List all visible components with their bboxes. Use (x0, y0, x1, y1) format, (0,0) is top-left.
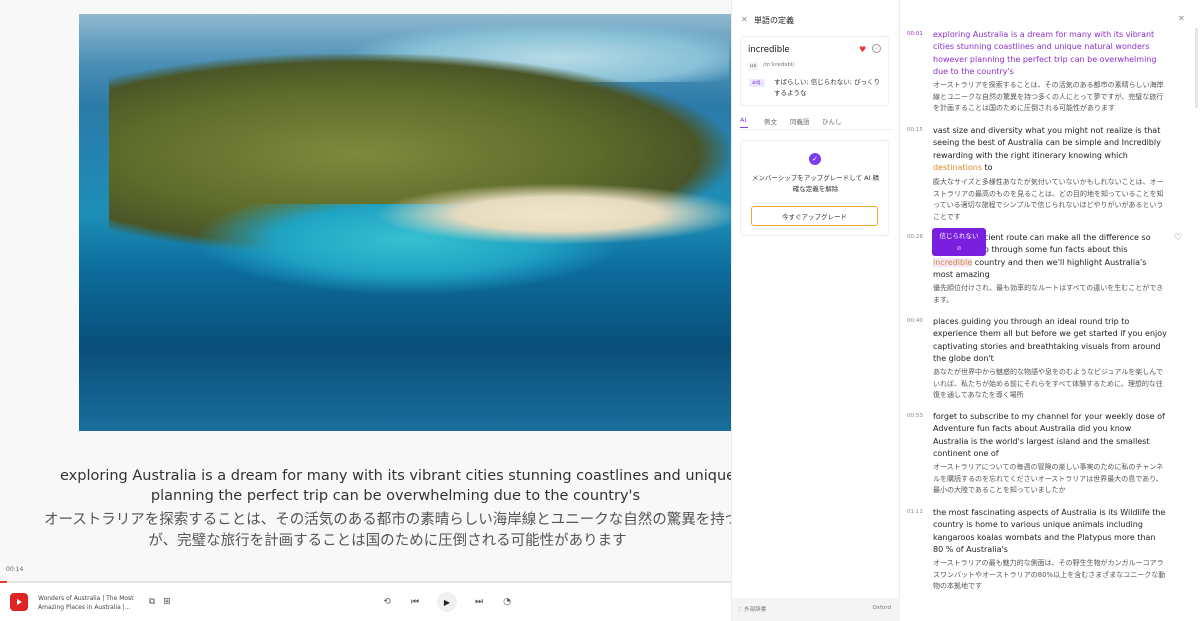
transcript-panel: ✕ 00:01 exploring Australia is a dream f… (900, 0, 1200, 621)
dictionary-footer: ⋮ 外部辞書 Oxford (732, 598, 900, 621)
dictionary-provider[interactable]: Oxford (872, 605, 891, 611)
segment-english[interactable]: forget to subscribe to my channel for yo… (933, 411, 1168, 460)
upgrade-card: ✓ メンバーシップをアップグレードして AI 精確な定義を解除 今すぐアップグレ… (740, 140, 889, 236)
loop-icon[interactable]: ⟲ (378, 593, 396, 611)
word-headword: incredible (748, 45, 790, 55)
close-icon[interactable]: ✕ (741, 15, 748, 24)
external-dictionary-label: 外部辞書 (744, 607, 767, 613)
track-title[interactable]: Wonders of Australia | The Most Amazing … (38, 594, 138, 612)
tab-examples[interactable]: 例文 (764, 116, 777, 126)
tab-part-of-speech[interactable]: ひんし (822, 116, 842, 126)
segment-japanese: オーストラリアの最も魅力的な側面は、その野生生物がカンガルーコアラスワンバットや… (933, 559, 1166, 590)
youtube-logo-icon (10, 593, 28, 611)
subtitle-japanese-line-1: オーストラリアを探索することは、その活気のある都市の素晴らしい海岸線とユニークな… (44, 512, 731, 528)
segment-timestamp[interactable]: 00:15 (907, 127, 923, 133)
skip-previous-icon[interactable]: ⏮ (406, 593, 424, 611)
segment-english[interactable]: places guiding you through an ideal roun… (933, 316, 1168, 365)
segment-timestamp[interactable]: 00:01 (907, 31, 923, 37)
segment-timestamp[interactable]: 00:28 (907, 234, 923, 240)
segment-english[interactable]: vast size and diversity what you might n… (933, 125, 1168, 174)
player-controls: Wonders of Australia | The Most Amazing … (0, 583, 731, 621)
upgrade-message: メンバーシップをアップグレードして AI 精確な定義を解除 (751, 174, 880, 193)
current-time: 00:14 (6, 566, 24, 573)
favorite-segment-icon[interactable]: ♡ (1174, 233, 1182, 243)
segment-timestamp[interactable]: 01:11 (907, 509, 923, 515)
video-player-area: exploring Australia is a dream for many … (0, 0, 731, 621)
close-transcript-icon[interactable]: ✕ (1178, 14, 1185, 23)
segment-timestamp[interactable]: 00:40 (907, 318, 923, 324)
subtitle-japanese: オーストラリアを探索することは、その活気のある都市の素晴らしい海岸線とユニークな… (44, 510, 731, 552)
tab-ai[interactable]: AI (740, 116, 749, 128)
part-of-speech-badge: adj. (749, 79, 766, 87)
dictionary-title: 単語の定義 (754, 16, 794, 25)
check-circle-icon[interactable]: ⊘ (932, 244, 986, 253)
selected-word[interactable]: incredible (933, 257, 973, 267)
segment-japanese: オーストラリアについての毎週の冒険の楽しい事実のために私のチャンネルを購読するの… (933, 463, 1164, 494)
heart-icon[interactable]: ♥ (859, 45, 866, 54)
word-translation-popup[interactable]: 信じられない ⊘ (932, 228, 986, 256)
definition-tabs: AI 例文 同義語 ひんし (740, 114, 892, 130)
subtitle-english[interactable]: exploring Australia is a dream for many … (60, 466, 731, 506)
play-icon[interactable]: ▶ (437, 592, 457, 612)
speed-icon[interactable]: ◔ (498, 593, 516, 611)
subtitle-english-line-2[interactable]: planning the perfect trip can be overwhe… (60, 486, 731, 506)
segment-japanese: オーストラリアを探索することは、その活気のある都市の素晴らしい海岸線とユニークな… (933, 81, 1164, 112)
verified-badge-icon: ✓ (809, 153, 821, 165)
subtitle-settings-icon[interactable]: ⊞ (158, 593, 176, 611)
segment-japanese: 膨大なサイズと多様性あなたが気付いていないかもしれないことは、オーストラリアの最… (933, 178, 1164, 221)
video-frame[interactable] (79, 14, 731, 431)
word-meaning: すばらしい; 信じられない; びっくりするような (774, 78, 881, 97)
segment-text[interactable]: to (982, 163, 993, 172)
scrollbar[interactable] (1195, 28, 1198, 108)
word-card: incredible ♥ ✓ us /ɪnˈkredəbl/ adj. すばらし… (740, 36, 889, 106)
popup-translation: 信じられない (939, 232, 979, 240)
pronunciation-region[interactable]: us (748, 62, 759, 70)
segment-timestamp[interactable]: 00:53 (907, 413, 923, 419)
segment-english[interactable]: exploring Australia is a dream for many … (933, 29, 1168, 78)
check-circle-icon[interactable]: ✓ (872, 44, 881, 53)
segment-english[interactable]: the most fascinating aspects of Australi… (933, 507, 1168, 556)
app-window: exploring Australia is a dream for many … (0, 0, 1200, 621)
segment-text[interactable]: vast size and diversity what you might n… (933, 126, 1161, 160)
skip-next-icon[interactable]: ⏭ (470, 593, 488, 611)
phonetic-transcription[interactable]: /ɪnˈkredəbl/ (763, 62, 794, 68)
external-dictionary-link[interactable]: ⋮ 外部辞書 (737, 605, 766, 613)
subtitle-japanese-line-2: が、完璧な旅行を計画することは国のために圧倒される可能性があります (148, 533, 627, 549)
tab-synonyms[interactable]: 同義語 (790, 116, 810, 126)
segment-japanese: 優先順位付けされ、最も効率的なルートはすべての違いを生むことができます。 (933, 284, 1164, 304)
upgrade-now-button[interactable]: 今すぐアップグレード (751, 206, 878, 226)
subtitle-english-line-1[interactable]: exploring Australia is a dream for many … (60, 466, 731, 486)
segment-japanese: あなたが世界中から魅惑的な物語や息をのむようなビジュアルを楽しんでいれば、私たち… (933, 368, 1163, 399)
dictionary-panel: ✕ 単語の定義 incredible ♥ ✓ us /ɪnˈkredəbl/ a… (731, 0, 900, 621)
highlighted-word[interactable]: destinations (933, 163, 982, 172)
